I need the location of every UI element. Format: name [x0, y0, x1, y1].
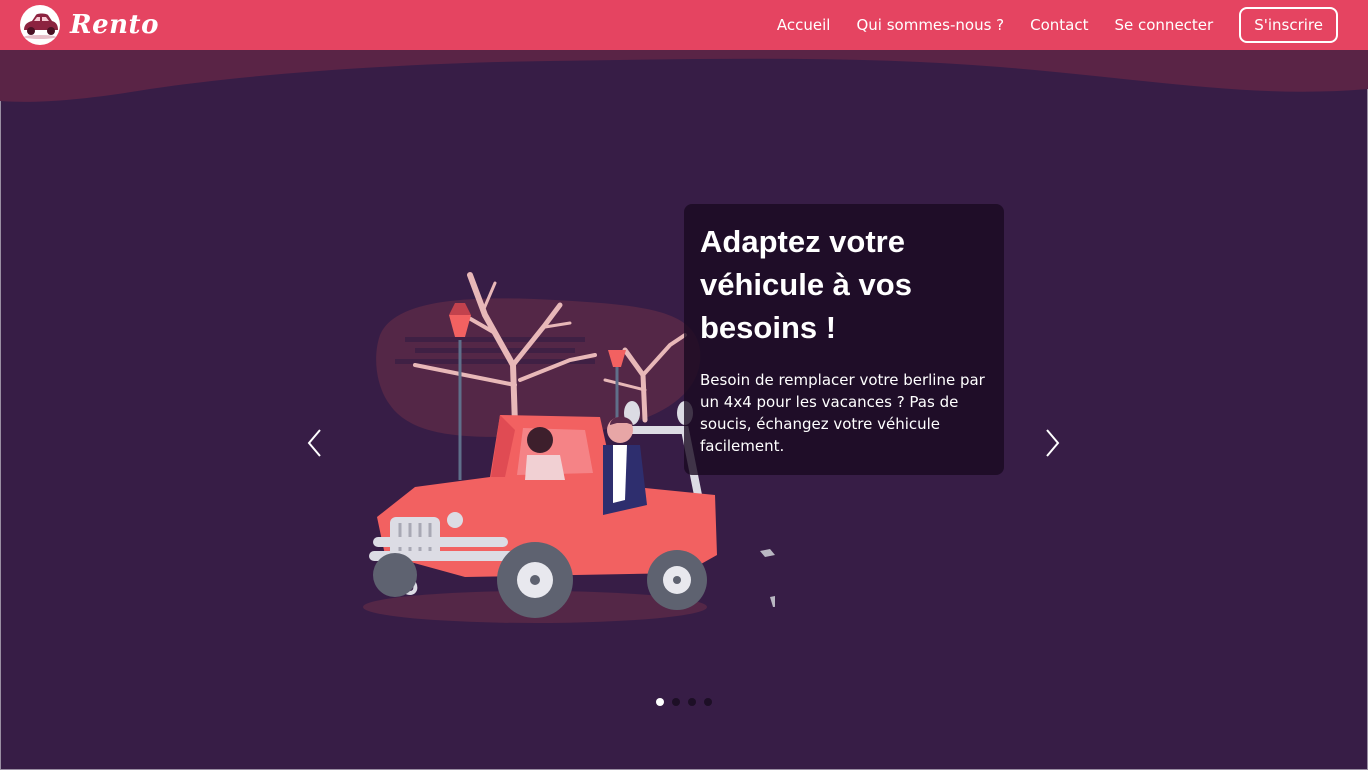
nav-link-qui-sommes-nous[interactable]: Qui sommes-nous ? — [856, 16, 1004, 34]
brand[interactable]: Rento — [16, 4, 159, 46]
signup-button[interactable]: S'inscrire — [1239, 7, 1338, 43]
carousel-indicators — [656, 698, 712, 706]
navbar: Rento Accueil Qui sommes-nous ? Contact … — [0, 0, 1368, 50]
nav-link-contact[interactable]: Contact — [1030, 16, 1088, 34]
header-wave — [0, 49, 1368, 102]
slide-caption: Adaptez votre véhicule à vos besoins ! B… — [684, 204, 1004, 475]
car-logo-icon — [20, 5, 60, 45]
chevron-right-icon — [1046, 429, 1060, 457]
slide-description: Besoin de remplacer votre berline par un… — [700, 371, 985, 455]
main-nav: Accueil Qui sommes-nous ? Contact Se con… — [751, 7, 1338, 43]
carousel-indicator-2[interactable] — [672, 698, 680, 706]
carousel-indicator-4[interactable] — [704, 698, 712, 706]
carousel-indicator-3[interactable] — [688, 698, 696, 706]
brand-name: Rento — [70, 10, 159, 40]
carousel-indicator-1[interactable] — [656, 698, 664, 706]
carousel-next-button[interactable] — [1037, 425, 1067, 461]
slide-title: Adaptez votre véhicule à vos besoins ! — [700, 224, 912, 345]
chevron-left-icon — [307, 429, 321, 457]
carousel-prev-button[interactable] — [300, 425, 330, 461]
nav-link-accueil[interactable]: Accueil — [777, 16, 831, 34]
nav-link-se-connecter[interactable]: Se connecter — [1114, 16, 1213, 34]
